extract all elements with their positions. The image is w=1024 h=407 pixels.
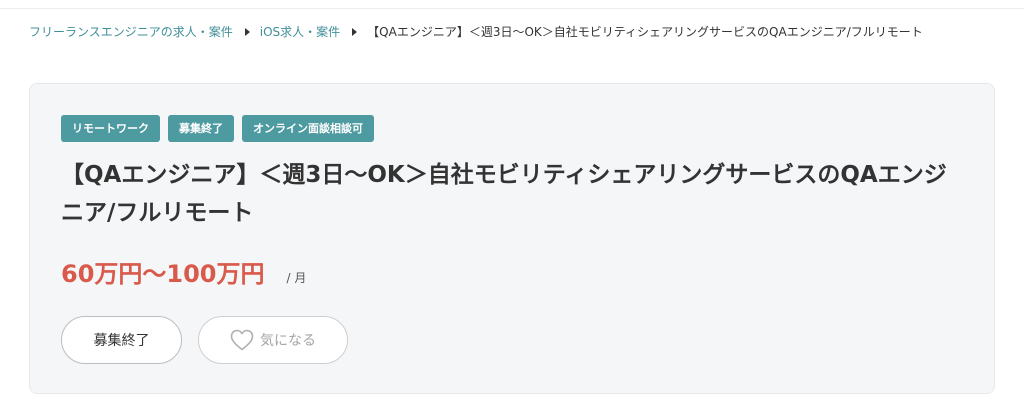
triangle-right-icon bbox=[352, 28, 358, 36]
tag-online-interview: オンライン面談相談可 bbox=[242, 115, 374, 142]
job-card: リモートワーク 募集終了 オンライン面談相談可 【QAエンジニア】＜週3日〜OK… bbox=[29, 83, 995, 394]
recruitment-closed-label: 募集終了 bbox=[93, 333, 150, 349]
breadcrumb-link-freelance-jobs[interactable]: フリーランスエンジニアの求人・案件 bbox=[29, 23, 233, 41]
salary-unit: / 月 bbox=[286, 271, 307, 285]
triangle-right-icon bbox=[244, 28, 250, 36]
tag-remote-work: リモートワーク bbox=[61, 115, 160, 142]
salary-row: 60万円〜100万円 / 月 bbox=[61, 254, 306, 289]
header-divider bbox=[0, 0, 1024, 9]
breadcrumb-link-ios-jobs[interactable]: iOS求人・案件 bbox=[260, 23, 340, 41]
tag-recruitment-closed: 募集終了 bbox=[168, 115, 234, 142]
salary-range: 60万円〜100万円 bbox=[61, 260, 265, 288]
recruitment-closed-button[interactable]: 募集終了 bbox=[61, 316, 182, 364]
favorite-label: 気になる bbox=[260, 333, 316, 349]
favorite-button[interactable]: 気になる bbox=[198, 316, 348, 364]
breadcrumb: フリーランスエンジニアの求人・案件 iOS求人・案件 【QAエンジニア】＜週3日… bbox=[29, 23, 923, 41]
job-tags: リモートワーク 募集終了 オンライン面談相談可 bbox=[61, 115, 374, 142]
breadcrumb-current-page: 【QAエンジニア】＜週3日〜OK＞自社モビリティシェアリングサービスのQAエンジ… bbox=[367, 25, 923, 39]
job-title: 【QAエンジニア】＜週3日〜OK＞自社モビリティシェアリングサービスのQAエンジ… bbox=[61, 162, 947, 226]
heart-outline-icon bbox=[230, 329, 254, 351]
